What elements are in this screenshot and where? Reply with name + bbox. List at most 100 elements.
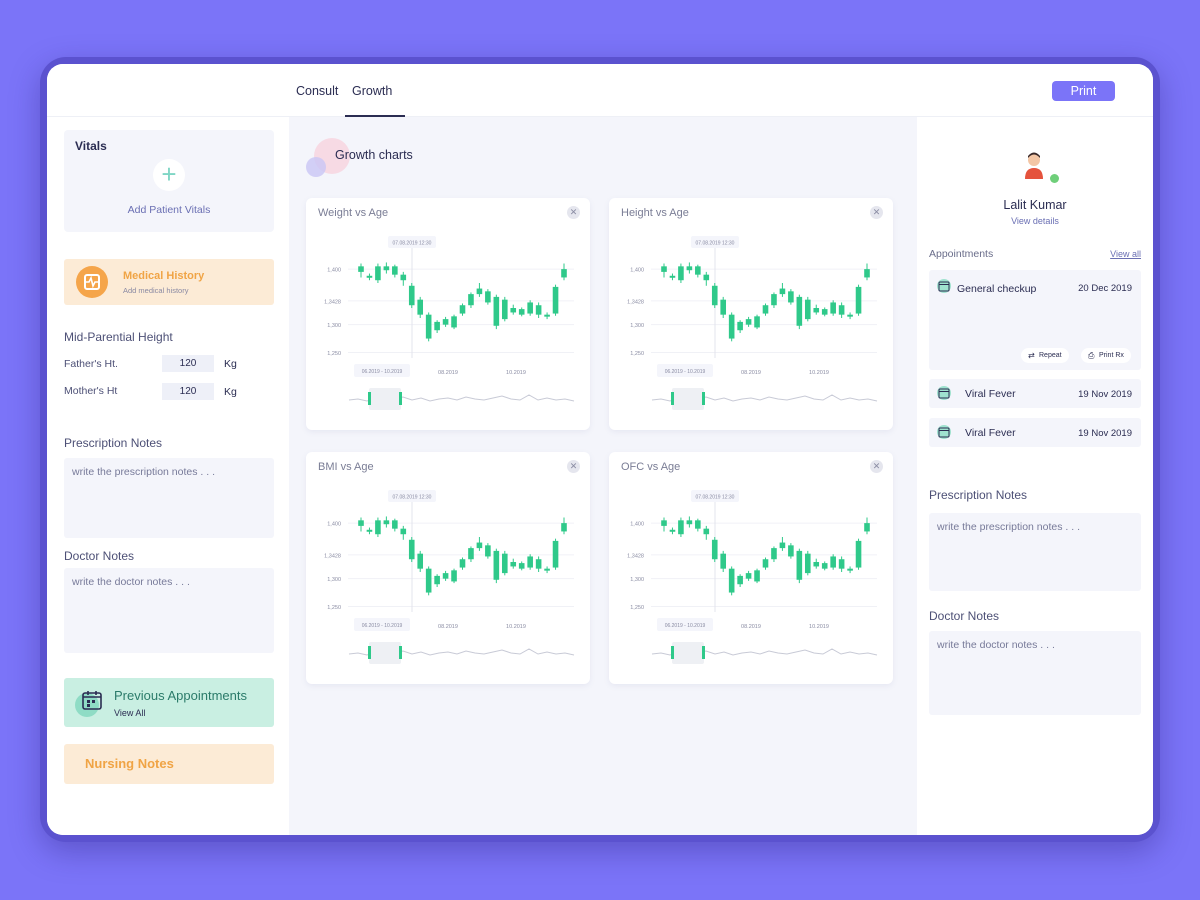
chart-title: BMI vs Age bbox=[318, 461, 374, 473]
close-icon[interactable]: ✕ bbox=[567, 460, 580, 473]
medical-history-title: Medical History bbox=[123, 270, 205, 282]
candle-body bbox=[358, 520, 364, 526]
candle-body bbox=[561, 523, 567, 532]
appointment-name: Viral Fever bbox=[965, 427, 1016, 439]
father-height-input[interactable] bbox=[162, 355, 214, 372]
print-rx-button[interactable]: ⎙ Print Rx bbox=[1081, 348, 1131, 363]
appointments-label: Appointments bbox=[929, 248, 994, 260]
add-patient-vitals-link[interactable]: Add Patient Vitals bbox=[64, 204, 274, 216]
close-icon[interactable]: ✕ bbox=[870, 206, 883, 219]
y-tick-label: 1,3428 bbox=[324, 553, 341, 559]
repeat-button[interactable]: ⇄ Repeat bbox=[1021, 348, 1069, 363]
navigator-selection[interactable] bbox=[369, 642, 401, 664]
close-icon[interactable]: ✕ bbox=[870, 460, 883, 473]
doctor-notes-title: Doctor Notes bbox=[64, 549, 135, 563]
previous-appointments-view-all[interactable]: View All bbox=[114, 708, 145, 718]
mother-height-input[interactable] bbox=[162, 383, 214, 400]
repeat-label: Repeat bbox=[1039, 352, 1062, 359]
navigator-handle-left[interactable] bbox=[671, 646, 674, 659]
ofc-chart: 1,400 1,3428 1,300 1,250 07.08.2019 12:30 08.… bbox=[627, 490, 878, 664]
candle-body bbox=[838, 559, 845, 569]
candle-body bbox=[788, 291, 794, 303]
candle-body bbox=[425, 568, 432, 593]
candle-body bbox=[366, 275, 373, 278]
tooltip-label: 07.08.2019 12:30 bbox=[393, 495, 432, 501]
navigator-handle-right[interactable] bbox=[399, 646, 402, 659]
close-icon[interactable]: ✕ bbox=[567, 206, 580, 219]
navigator-handle-right[interactable] bbox=[399, 392, 402, 405]
navigator-handle-left[interactable] bbox=[368, 392, 371, 405]
doctor-notes-input[interactable] bbox=[929, 631, 1141, 715]
appointment-item[interactable]: Viral Fever 19 Nov 2019 bbox=[929, 418, 1141, 447]
appointment-date: 19 Nov 2019 bbox=[1078, 389, 1132, 400]
medical-history-subtitle: Add medical history bbox=[123, 286, 189, 295]
growth-charts-blob-purple bbox=[306, 157, 326, 177]
y-tick-label: 1,250 bbox=[630, 351, 644, 357]
y-tick-label: 1,250 bbox=[327, 351, 341, 357]
calendar-icon bbox=[82, 691, 102, 710]
candle-body bbox=[796, 296, 803, 326]
candle-body bbox=[383, 520, 390, 525]
candle-body bbox=[703, 274, 710, 281]
candle-body bbox=[720, 299, 727, 315]
navigator-handle-right[interactable] bbox=[702, 392, 705, 405]
navigator-selection[interactable] bbox=[672, 642, 704, 664]
y-tick-label: 1,400 bbox=[327, 268, 341, 274]
candle-body bbox=[804, 299, 811, 320]
center-panel: Growth charts Weight vs Age ✕ 1,400 1,342… bbox=[289, 117, 917, 835]
view-details-link[interactable]: View details bbox=[917, 216, 1153, 226]
navigator-handle-left[interactable] bbox=[671, 392, 674, 405]
navigator-selection[interactable] bbox=[369, 388, 401, 410]
candle-body bbox=[864, 269, 870, 278]
navigator-handle-left[interactable] bbox=[368, 646, 371, 659]
print-button[interactable]: Print bbox=[1052, 81, 1115, 101]
prescription-notes-input[interactable] bbox=[929, 513, 1141, 591]
y-tick-label: 1,3428 bbox=[627, 299, 644, 305]
patient-name: Lalit Kumar bbox=[1003, 198, 1067, 212]
x-tick-label: 10.2019 bbox=[506, 624, 526, 630]
growth-charts-title: Growth charts bbox=[335, 148, 413, 162]
range-label: 06.2019 - 10.2019 bbox=[362, 623, 403, 629]
tab-consult[interactable]: Consult bbox=[296, 84, 338, 98]
y-tick-label: 1,300 bbox=[630, 577, 644, 583]
height-chart: 1,400 1,3428 1,300 1,250 07.08.2019 12:30 08.… bbox=[627, 236, 878, 410]
appointments-view-all-link[interactable]: View all bbox=[1110, 249, 1141, 259]
previous-appointments-card[interactable]: Previous Appointments View All bbox=[64, 678, 274, 727]
candle-body bbox=[375, 520, 381, 535]
appointment-item[interactable]: Viral Fever 19 Nov 2019 bbox=[929, 379, 1141, 408]
nursing-notes-card[interactable]: Nursing Notes bbox=[64, 744, 274, 784]
candle-body bbox=[771, 294, 777, 306]
y-tick-label: 1,250 bbox=[327, 605, 341, 611]
y-tick-label: 1,3428 bbox=[627, 553, 644, 559]
y-tick-label: 1,300 bbox=[327, 577, 341, 583]
medical-history-card[interactable]: Medical History Add medical history bbox=[64, 259, 274, 305]
navigator-handle-right[interactable] bbox=[702, 646, 705, 659]
navigator-selection[interactable] bbox=[672, 388, 704, 410]
doctor-notes-input[interactable] bbox=[64, 568, 274, 653]
candle-body bbox=[400, 528, 407, 535]
candle-body bbox=[779, 542, 786, 549]
y-tick-label: 1,400 bbox=[630, 268, 644, 274]
tab-growth[interactable]: Growth bbox=[352, 84, 392, 98]
candle-body bbox=[442, 573, 449, 579]
add-vitals-plus-icon[interactable]: + bbox=[153, 159, 185, 191]
candle-body bbox=[425, 314, 432, 339]
candle-body bbox=[501, 553, 508, 574]
candle-body bbox=[779, 288, 786, 295]
candle-body bbox=[771, 548, 777, 560]
candle-body bbox=[830, 302, 836, 314]
appointment-item[interactable]: General checkup 20 Dec 2019 ⇄ Repeat ⎙ Pri… bbox=[929, 270, 1141, 370]
calendar-icon bbox=[937, 279, 951, 293]
candle-body bbox=[847, 314, 853, 317]
candle-body bbox=[847, 568, 853, 571]
candle-body bbox=[476, 542, 483, 549]
candle-body bbox=[408, 285, 415, 306]
candle-body bbox=[417, 553, 424, 569]
candle-body bbox=[476, 288, 483, 295]
candle-body bbox=[661, 266, 667, 272]
calendar-icon bbox=[937, 386, 951, 400]
prescription-notes-input[interactable] bbox=[64, 458, 274, 538]
right-panel: Lalit Kumar View details Appointments Vi… bbox=[917, 117, 1153, 835]
candle-body bbox=[366, 529, 373, 532]
candle-body bbox=[375, 266, 381, 281]
